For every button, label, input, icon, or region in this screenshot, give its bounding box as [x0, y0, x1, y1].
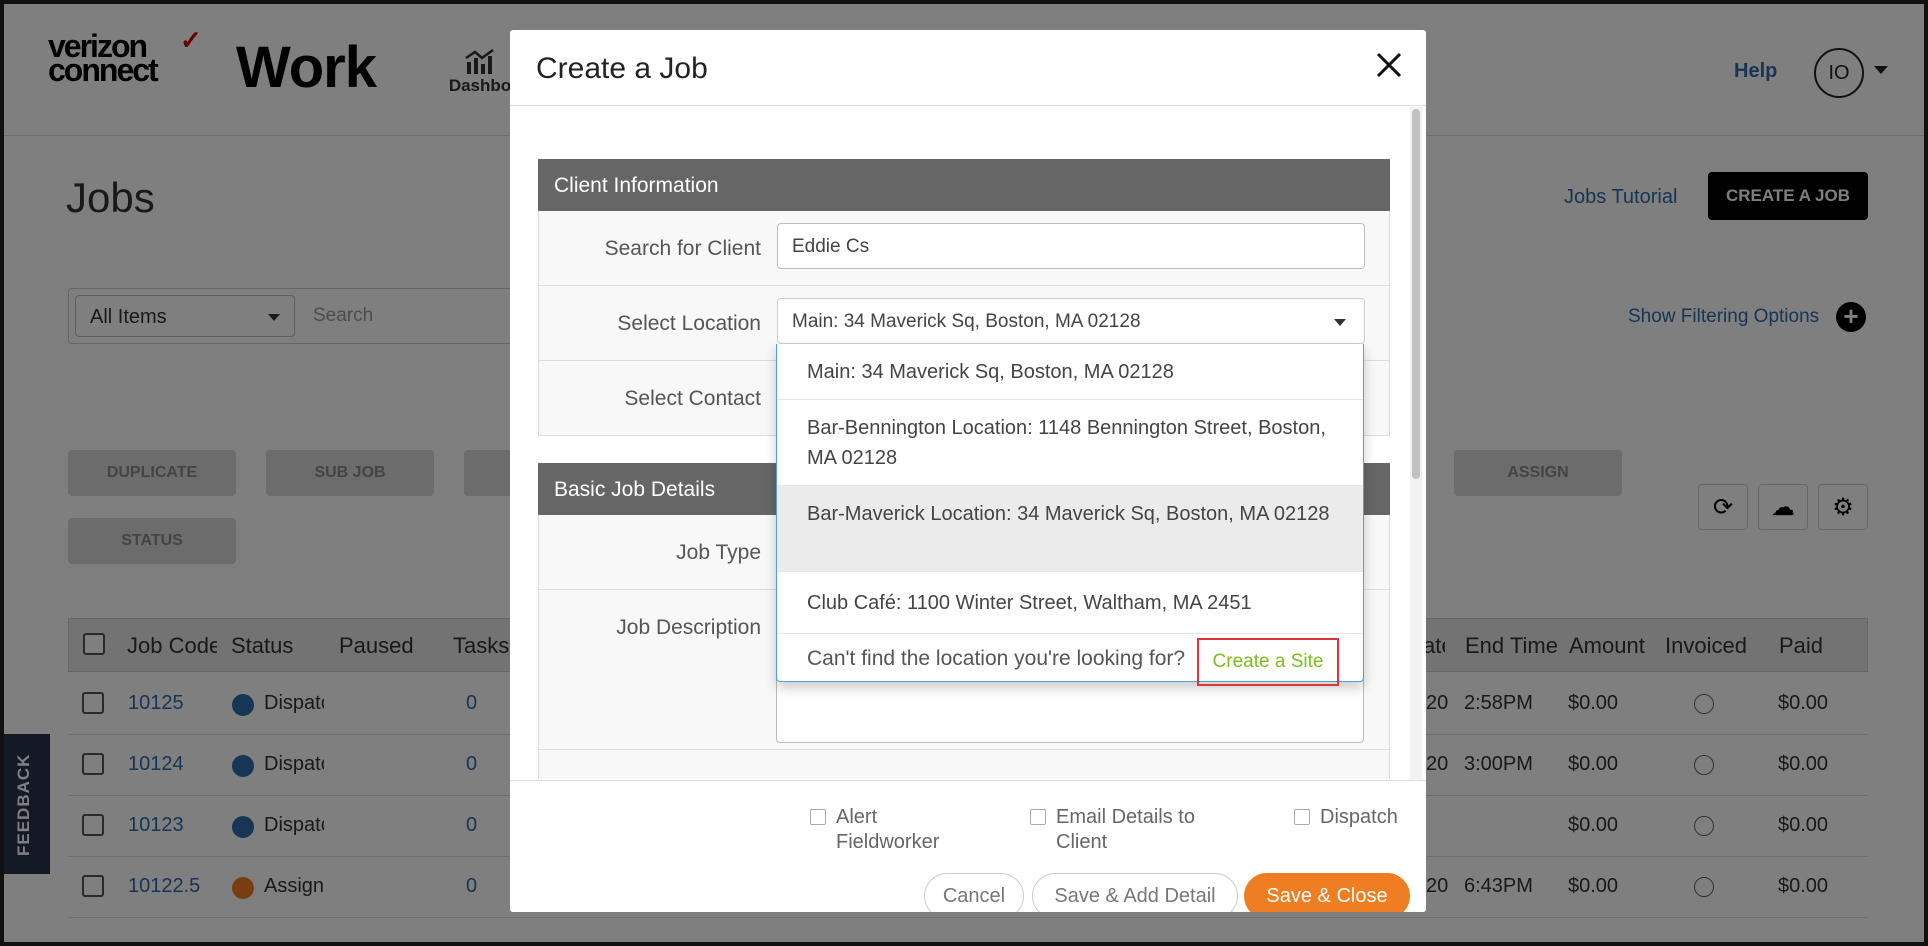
- next-field-row: [538, 750, 1390, 779]
- dispatch-option[interactable]: Dispatch: [1294, 805, 1420, 830]
- dispatch-checkbox[interactable]: [1294, 809, 1310, 825]
- search-client-input[interactable]: Eddie Cs: [777, 223, 1365, 269]
- alert-fieldworker-option[interactable]: Alert Fieldworker: [810, 805, 966, 855]
- search-client-row: Search for Client Eddie Cs: [538, 211, 1390, 286]
- modal-title: Create a Job: [536, 52, 708, 85]
- alert-fieldworker-checkbox[interactable]: [810, 809, 826, 825]
- modal-footer: Alert Fieldworker Email Details to Clien…: [510, 780, 1426, 912]
- select-contact-label: Select Contact: [624, 387, 761, 410]
- chevron-down-icon: [1334, 319, 1346, 326]
- location-not-found-row: Can't find the location you're looking f…: [777, 634, 1363, 686]
- close-icon[interactable]: [1374, 50, 1404, 80]
- modal-scrollbar[interactable]: [1410, 107, 1422, 779]
- location-option[interactable]: Bar-Bennington Location: 1148 Bennington…: [777, 400, 1363, 486]
- alert-fieldworker-label: Alert Fieldworker: [836, 806, 940, 853]
- location-not-found-text: Can't find the location you're looking f…: [807, 647, 1186, 670]
- search-client-label: Search for Client: [604, 237, 761, 260]
- email-details-label: Email Details to Client: [1056, 806, 1195, 853]
- save-add-detail-button[interactable]: Save & Add Detail: [1032, 873, 1238, 912]
- location-option[interactable]: Club Café: 1100 Winter Street, Waltham, …: [777, 572, 1363, 634]
- location-dropdown-list: Main: 34 Maverick Sq, Boston, MA 02128 B…: [776, 344, 1364, 686]
- job-description-label: Job Description: [616, 616, 761, 639]
- select-location-value: Main: 34 Maverick Sq, Boston, MA 02128: [792, 311, 1141, 332]
- app-window: verizon connect ✓ Work Dashbo Help IO Jo…: [0, 0, 1928, 946]
- job-type-label: Job Type: [676, 541, 761, 564]
- select-location-label: Select Location: [617, 312, 761, 335]
- modal-body: Client Information Search for Client Edd…: [510, 107, 1426, 779]
- email-details-option[interactable]: Email Details to Client: [1030, 805, 1226, 855]
- save-close-button[interactable]: Save & Close: [1244, 873, 1410, 912]
- scroll-thumb[interactable]: [1412, 109, 1420, 479]
- dispatch-label: Dispatch: [1320, 806, 1398, 828]
- location-option-highlighted[interactable]: Bar-Maverick Location: 34 Maverick Sq, B…: [777, 486, 1363, 572]
- location-option[interactable]: Main: 34 Maverick Sq, Boston, MA 02128: [777, 344, 1363, 400]
- modal-header: Create a Job: [510, 30, 1426, 106]
- cancel-button[interactable]: Cancel: [924, 873, 1024, 912]
- select-location-dropdown[interactable]: Main: 34 Maverick Sq, Boston, MA 02128: [777, 298, 1365, 344]
- create-site-link[interactable]: Create a Site: [1197, 638, 1339, 686]
- create-job-modal: Create a Job Client Information Search f…: [510, 30, 1426, 912]
- client-information-header: Client Information: [538, 159, 1390, 211]
- email-details-checkbox[interactable]: [1030, 809, 1046, 825]
